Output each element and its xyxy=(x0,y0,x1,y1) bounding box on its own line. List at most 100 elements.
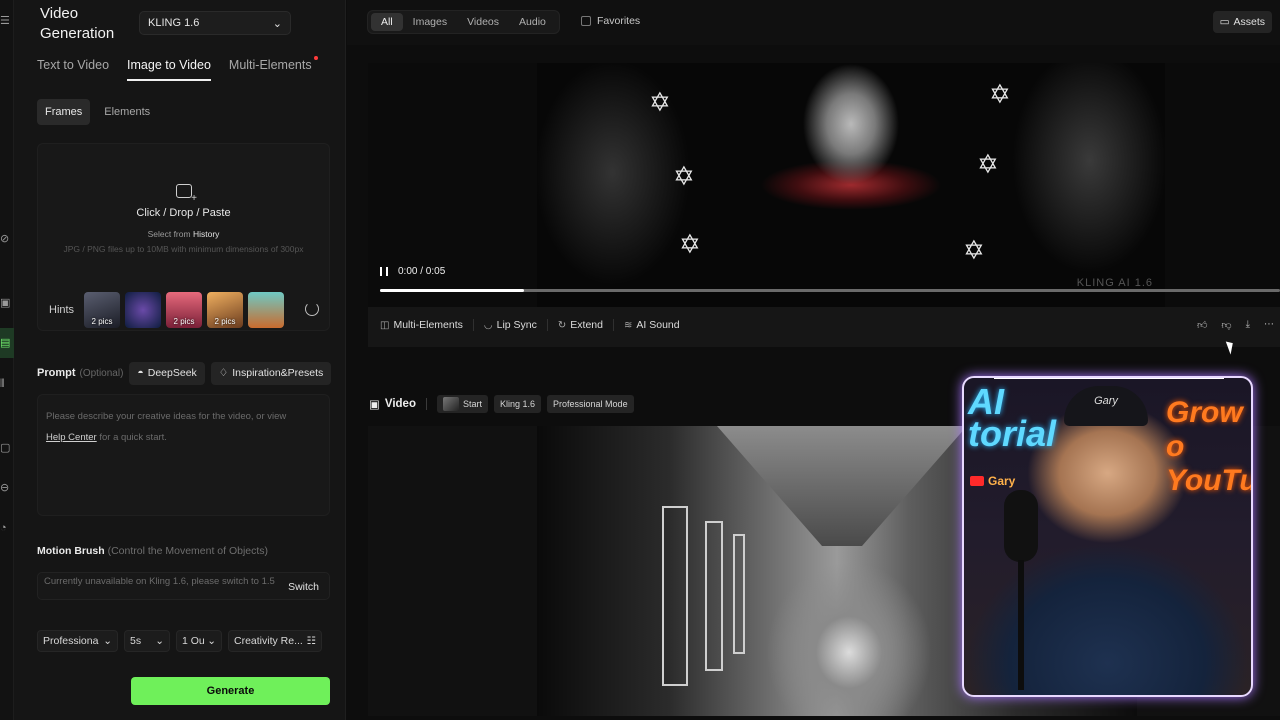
switch-model-button[interactable]: Switch xyxy=(288,581,319,593)
image-icon[interactable]: ▣ xyxy=(0,297,10,309)
tab-text-to-video[interactable]: Text to Video xyxy=(37,58,109,81)
outputs-select[interactable]: 1 Ou ⌄ xyxy=(176,630,222,652)
creativity-select[interactable]: Creativity Re... ☷ xyxy=(228,630,322,652)
corridor-door xyxy=(705,521,723,671)
refresh-icon[interactable] xyxy=(305,302,319,316)
audio-icon[interactable]: ⫴ xyxy=(0,378,10,390)
video-reactions: 👍︎ 👎︎ ⤓ ⋯ xyxy=(1197,319,1274,331)
pentagram-icon: ✡ xyxy=(977,149,999,179)
hint-thumbnail[interactable] xyxy=(125,292,161,328)
thumbs-down-icon[interactable]: 👎︎ xyxy=(1221,319,1231,331)
add-image-icon xyxy=(176,184,197,204)
folder-icon: ▭ xyxy=(1219,16,1230,28)
playback-controls: 0:00 / 0:05 xyxy=(380,266,445,277)
duration-select[interactable]: 5s ⌄ xyxy=(124,630,170,652)
lips-icon: ◡ xyxy=(483,319,493,331)
filter-videos[interactable]: Videos xyxy=(457,13,509,31)
hints-label: Hints xyxy=(49,304,75,316)
upload-requirements: JPG / PNG files up to 10MB with minimum … xyxy=(63,244,304,254)
filter-all[interactable]: All xyxy=(371,13,403,31)
gallery-icon[interactable]: ▢ xyxy=(0,442,10,454)
divider xyxy=(425,398,427,410)
help-center-link[interactable]: Help Center xyxy=(46,432,97,443)
filter-audio[interactable]: Audio xyxy=(509,13,556,31)
hint-thumbnail[interactable] xyxy=(248,292,284,328)
effects-icon[interactable]: ⊘ xyxy=(0,233,10,245)
deepseek-button[interactable]: ◓ DeepSeek xyxy=(129,361,205,385)
video-header: ▣ Video Start Kling 1.6 Professional Mod… xyxy=(369,394,634,414)
video-icon[interactable]: ▤ xyxy=(0,328,14,358)
webcam-top-bar xyxy=(994,378,1224,379)
video-title: ▣ Video xyxy=(369,398,416,411)
hint-thumbnail[interactable]: 2 pics xyxy=(84,292,120,328)
mode-select[interactable]: Professiona ⌄ xyxy=(37,630,118,652)
subtab-elements[interactable]: Elements xyxy=(96,99,158,125)
chat-icon[interactable]: ⊖ xyxy=(0,482,10,494)
youtube-badge: Gary xyxy=(970,474,1015,488)
chevron-down-icon: ⌄ xyxy=(155,635,164,647)
chevron-down-icon: ⌄ xyxy=(103,635,112,647)
corridor-door xyxy=(733,534,745,654)
pentagram-icon: ✡ xyxy=(679,229,701,259)
history-icon[interactable]: ◔ xyxy=(0,522,10,534)
prompt-optional: (Optional) xyxy=(79,367,124,379)
subtab-frames[interactable]: Frames xyxy=(37,99,91,125)
waveform-icon: ≋ xyxy=(624,319,633,331)
progress-bar[interactable] xyxy=(380,289,1280,292)
select-from-history: Select from History xyxy=(147,229,220,239)
hint-thumbnail[interactable]: 2 pics xyxy=(166,292,202,328)
prompt-input[interactable]: Please describe your creative ideas for … xyxy=(37,394,330,516)
layers-icon: ◫ xyxy=(380,319,390,331)
inspiration-presets-button[interactable]: ♢ Inspiration&Presets xyxy=(210,361,332,385)
tab-multi-elements[interactable]: Multi-Elements xyxy=(229,56,318,81)
multi-elements-button[interactable]: ◫ Multi-Elements xyxy=(380,319,474,331)
page-title: Video Generation xyxy=(40,5,115,42)
time-readout: 0:00 / 0:05 xyxy=(398,266,446,277)
favorites-checkbox[interactable] xyxy=(581,16,591,26)
neon-sign-left: AI torial xyxy=(968,381,1057,454)
pentagram-icon: ✡ xyxy=(963,235,985,265)
extend-button[interactable]: ↻ Extend xyxy=(548,319,614,331)
tab-image-to-video[interactable]: Image to Video xyxy=(127,58,211,81)
cap: Gary xyxy=(1064,386,1148,426)
watermark: KLING AI 1.6 xyxy=(1076,277,1153,289)
start-frame-tag[interactable]: Start xyxy=(436,395,488,413)
generation-settings: Professiona ⌄ 5s ⌄ 1 Ou ⌄ Creativity Re... ☷ xyxy=(37,630,322,652)
start-frame-thumbnail xyxy=(442,397,459,411)
history-link[interactable]: History xyxy=(193,229,219,239)
microphone-icon xyxy=(1004,490,1038,562)
filter-images[interactable]: Images xyxy=(403,13,457,31)
sliders-icon: ☷ xyxy=(306,635,316,647)
ai-sound-button[interactable]: ≋ AI Sound xyxy=(614,319,690,331)
image-upload-dropzone[interactable]: Click / Drop / Paste Select from History… xyxy=(37,143,330,331)
hint-thumbnail[interactable]: 2 pics xyxy=(207,292,243,328)
thumbs-up-icon[interactable]: 👍︎ xyxy=(1197,319,1207,331)
chevron-down-icon: ⌄ xyxy=(207,635,216,647)
lip-sync-button[interactable]: ◡ Lip Sync xyxy=(474,319,548,331)
assets-button[interactable]: ▭ Assets xyxy=(1212,11,1272,33)
corridor-ceiling xyxy=(717,426,967,546)
mode-tag: Professional Mode xyxy=(547,395,634,413)
prompt-label: Prompt xyxy=(37,367,76,379)
video-player[interactable]: ✡ ✡ ✡ ✡ ✡ ✡ 0:00 / 0:05 KLING AI 1.6 xyxy=(368,63,1280,307)
generate-button[interactable]: Generate xyxy=(131,677,330,705)
new-badge-dot xyxy=(313,56,318,60)
more-icon[interactable]: ⋯ xyxy=(1264,319,1274,331)
pause-icon[interactable] xyxy=(380,267,388,276)
corridor-door xyxy=(662,506,688,686)
sub-tabs: Frames Elements xyxy=(37,99,158,125)
chevron-down-icon: ⌄ xyxy=(272,17,282,30)
extend-icon: ↻ xyxy=(557,319,567,331)
menu-icon[interactable]: ☰ xyxy=(0,15,10,27)
favorites-toggle[interactable]: Favorites xyxy=(581,15,640,27)
pentagram-icon: ✡ xyxy=(989,79,1011,109)
youtube-icon xyxy=(970,476,984,486)
motion-brush-label: Motion Brush (Control the Movement of Ob… xyxy=(37,545,269,557)
lightbulb-icon: ♢ xyxy=(218,367,229,379)
upload-instruction: Click / Drop / Paste xyxy=(136,207,231,219)
download-icon[interactable]: ⤓ xyxy=(1246,319,1250,331)
progress-fill xyxy=(380,289,524,292)
model-select[interactable]: KLING 1.6 ⌄ xyxy=(139,11,291,35)
neon-sign-right: Grow o YouTul xyxy=(1166,396,1251,497)
video-frame: ✡ ✡ ✡ ✡ ✡ ✡ xyxy=(537,63,1165,307)
